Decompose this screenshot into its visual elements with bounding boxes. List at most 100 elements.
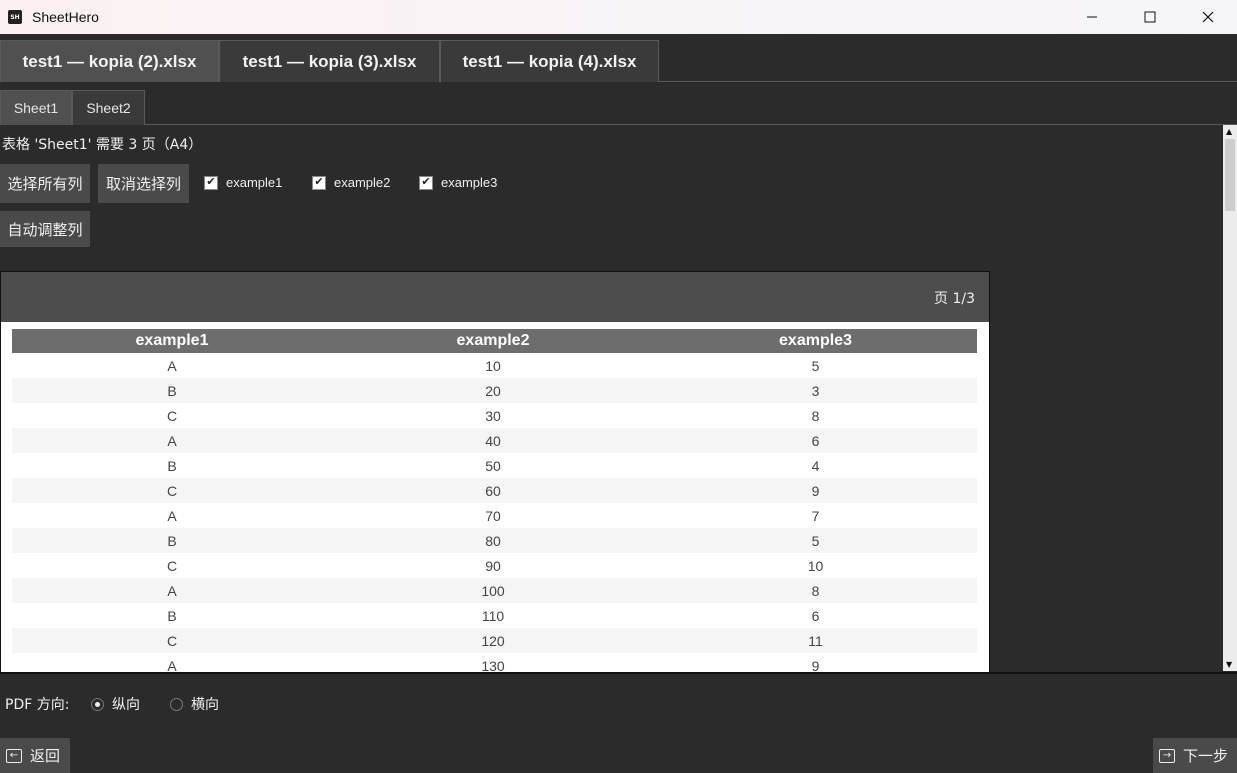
back-label: 返回 xyxy=(30,747,61,765)
table-row: B 20 3 xyxy=(12,378,977,403)
radio-label: 横向 xyxy=(191,697,219,713)
table-cell: B xyxy=(167,382,177,399)
table-row: C 120 11 xyxy=(12,628,977,653)
checkbox-checked-icon[interactable]: ✔ xyxy=(204,175,218,190)
page-number-label: 页 1/3 xyxy=(934,291,975,307)
radio-landscape[interactable]: 横向 xyxy=(170,694,219,714)
table-cell: 5 xyxy=(811,357,820,374)
table-cell: 10 xyxy=(485,357,501,374)
file-tab-1[interactable]: test1 — kopia (2).xlsx xyxy=(0,40,219,82)
table-row: B 110 6 xyxy=(12,603,977,628)
vertical-scrollbar[interactable]: ▲ ▼ xyxy=(1223,125,1237,671)
table-cell: A xyxy=(167,357,177,374)
table-cell: 4 xyxy=(811,457,820,474)
column-header: example2 xyxy=(456,332,530,349)
title-bar: SH SheetHero xyxy=(0,0,1237,34)
close-icon xyxy=(1202,11,1214,23)
table-cell: 10 xyxy=(807,557,824,574)
scroll-down-arrow-icon[interactable]: ▼ xyxy=(1226,660,1232,669)
table-cell: 130 xyxy=(481,657,505,673)
deselect-columns-button[interactable]: 取消选择列 xyxy=(98,164,189,203)
table-row: A 10 5 xyxy=(12,353,977,378)
table-cell: 6 xyxy=(811,432,820,449)
radio-selected-icon[interactable] xyxy=(91,697,104,711)
table-cell: 3 xyxy=(811,382,820,399)
preview-header: 页 1/3 xyxy=(1,272,989,322)
preview-table: example1 example2 example3 A 10 5 B 20 3 C 30 8 A… xyxy=(12,329,977,673)
back-button[interactable]: ← 返回 xyxy=(0,738,70,773)
table-cell: A xyxy=(167,657,177,673)
column-check-example2[interactable]: ✔ example2 xyxy=(312,175,390,190)
scrollbar-thumb[interactable] xyxy=(1225,139,1235,211)
maximize-button[interactable] xyxy=(1121,0,1179,34)
table-row: B 80 5 xyxy=(12,528,977,553)
column-check-label: example2 xyxy=(334,175,391,190)
column-check-label: example1 xyxy=(226,175,283,190)
table-cell: B xyxy=(167,607,177,624)
page-count-info: 表格 'Sheet1' 需要 3 页（A4） xyxy=(2,137,203,153)
select-all-columns-button[interactable]: 选择所有列 xyxy=(0,164,90,203)
radio-portrait[interactable]: 纵向 xyxy=(91,694,140,714)
divider xyxy=(0,672,1237,674)
table-cell: 20 xyxy=(485,382,501,399)
table-cell: C xyxy=(166,407,178,424)
table-cell: 50 xyxy=(485,457,501,474)
column-check-label: example3 xyxy=(441,175,498,190)
table-cell: C xyxy=(166,632,178,649)
table-cell: 5 xyxy=(811,532,820,549)
table-cell: B xyxy=(167,457,177,474)
table-cell: 90 xyxy=(485,557,501,574)
table-cell: 110 xyxy=(481,607,505,624)
table-cell: 70 xyxy=(485,507,501,524)
column-check-example3[interactable]: ✔ example3 xyxy=(419,175,497,190)
table-cell: A xyxy=(167,582,177,599)
maximize-icon xyxy=(1144,11,1156,23)
checkbox-checked-icon[interactable]: ✔ xyxy=(312,175,326,190)
next-button[interactable]: → 下一步 xyxy=(1153,738,1237,773)
minimize-button[interactable] xyxy=(1063,0,1121,34)
column-header: example3 xyxy=(779,332,852,349)
table-cell: A xyxy=(167,432,177,449)
table-cell: 60 xyxy=(485,482,501,499)
window-title: SheetHero xyxy=(32,9,99,25)
file-tab-3[interactable]: test1 — kopia (4).xlsx xyxy=(440,40,659,82)
table-cell: C xyxy=(166,557,178,574)
table-cell: 8 xyxy=(811,582,820,599)
checkbox-checked-icon[interactable]: ✔ xyxy=(419,175,433,190)
tab-sheet2[interactable]: Sheet2 xyxy=(72,90,145,125)
minimize-icon xyxy=(1087,16,1097,18)
table-cell: 9 xyxy=(811,482,820,499)
table-cell: 6 xyxy=(811,607,820,624)
table-cell: 7 xyxy=(811,507,820,524)
column-header: example1 xyxy=(135,332,209,349)
table-header-row: example1 example2 example3 xyxy=(12,329,977,353)
autofit-columns-button[interactable]: 自动调整列 xyxy=(0,211,90,247)
sheet-tab-bar: Sheet1 Sheet2 xyxy=(0,82,1237,125)
table-body: A 10 5 B 20 3 C 30 8 A 40 6 B 50 4 C 60 9 A 70 7 B 80 5 C 90 10 A 10… xyxy=(12,353,977,673)
back-arrow-icon: ← xyxy=(6,748,22,763)
table-row: C 60 9 xyxy=(12,478,977,503)
table-cell: 40 xyxy=(485,432,501,449)
table-row: A 130 9 xyxy=(12,653,977,673)
table-cell: 80 xyxy=(485,532,501,549)
table-row: C 90 10 xyxy=(12,553,977,578)
table-cell: 100 xyxy=(481,582,505,599)
radio-label: 纵向 xyxy=(112,697,140,713)
table-row: C 30 8 xyxy=(12,403,977,428)
tab-sheet1[interactable]: Sheet1 xyxy=(0,90,72,125)
table-cell: 30 xyxy=(485,407,501,424)
table-row: A 100 8 xyxy=(12,578,977,603)
table-cell: C xyxy=(166,482,178,499)
pdf-orientation-label: PDF 方向: xyxy=(5,697,70,713)
table-cell: 8 xyxy=(811,407,820,424)
window-controls xyxy=(1063,0,1237,34)
close-button[interactable] xyxy=(1179,0,1237,34)
table-cell: 9 xyxy=(811,657,820,673)
table-row: B 50 4 xyxy=(12,453,977,478)
table-row: A 70 7 xyxy=(12,503,977,528)
column-check-example1[interactable]: ✔ example1 xyxy=(204,175,282,190)
table-cell: 11 xyxy=(808,632,823,649)
file-tab-2[interactable]: test1 — kopia (3).xlsx xyxy=(219,40,440,82)
scroll-up-arrow-icon[interactable]: ▲ xyxy=(1226,127,1232,136)
radio-unselected-icon[interactable] xyxy=(170,697,183,711)
